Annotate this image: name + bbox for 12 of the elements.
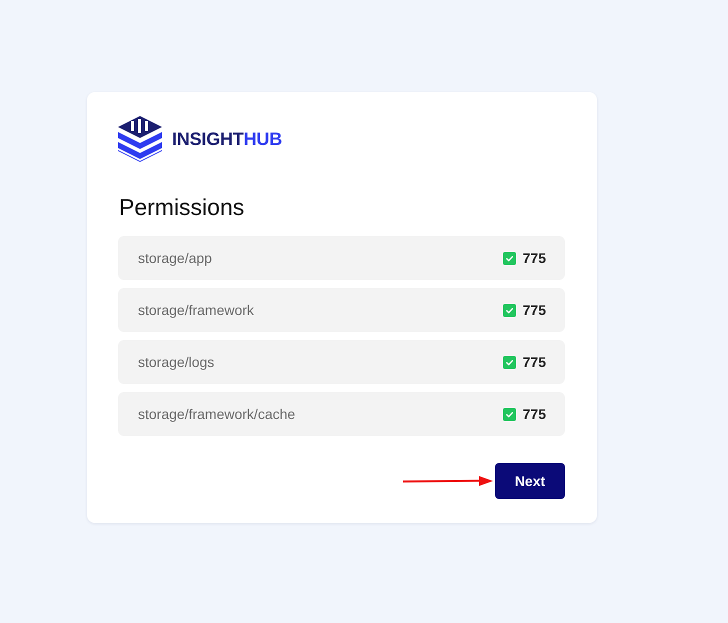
permission-value: 775 [522, 354, 546, 370]
folder-path: storage/app [138, 250, 212, 266]
logo-text: INSIGHTHUB [172, 128, 282, 150]
folder-path: storage/logs [138, 354, 214, 370]
folder-path: storage/framework/cache [138, 406, 296, 422]
page-title: Permissions [119, 193, 246, 222]
permission-value: 775 [522, 302, 546, 318]
folder-path: storage/framework [138, 302, 254, 318]
next-button[interactable]: Next [495, 463, 565, 499]
logo-icon [118, 116, 162, 162]
permission-value: 775 [522, 406, 546, 422]
permission-value: 775 [522, 250, 546, 266]
